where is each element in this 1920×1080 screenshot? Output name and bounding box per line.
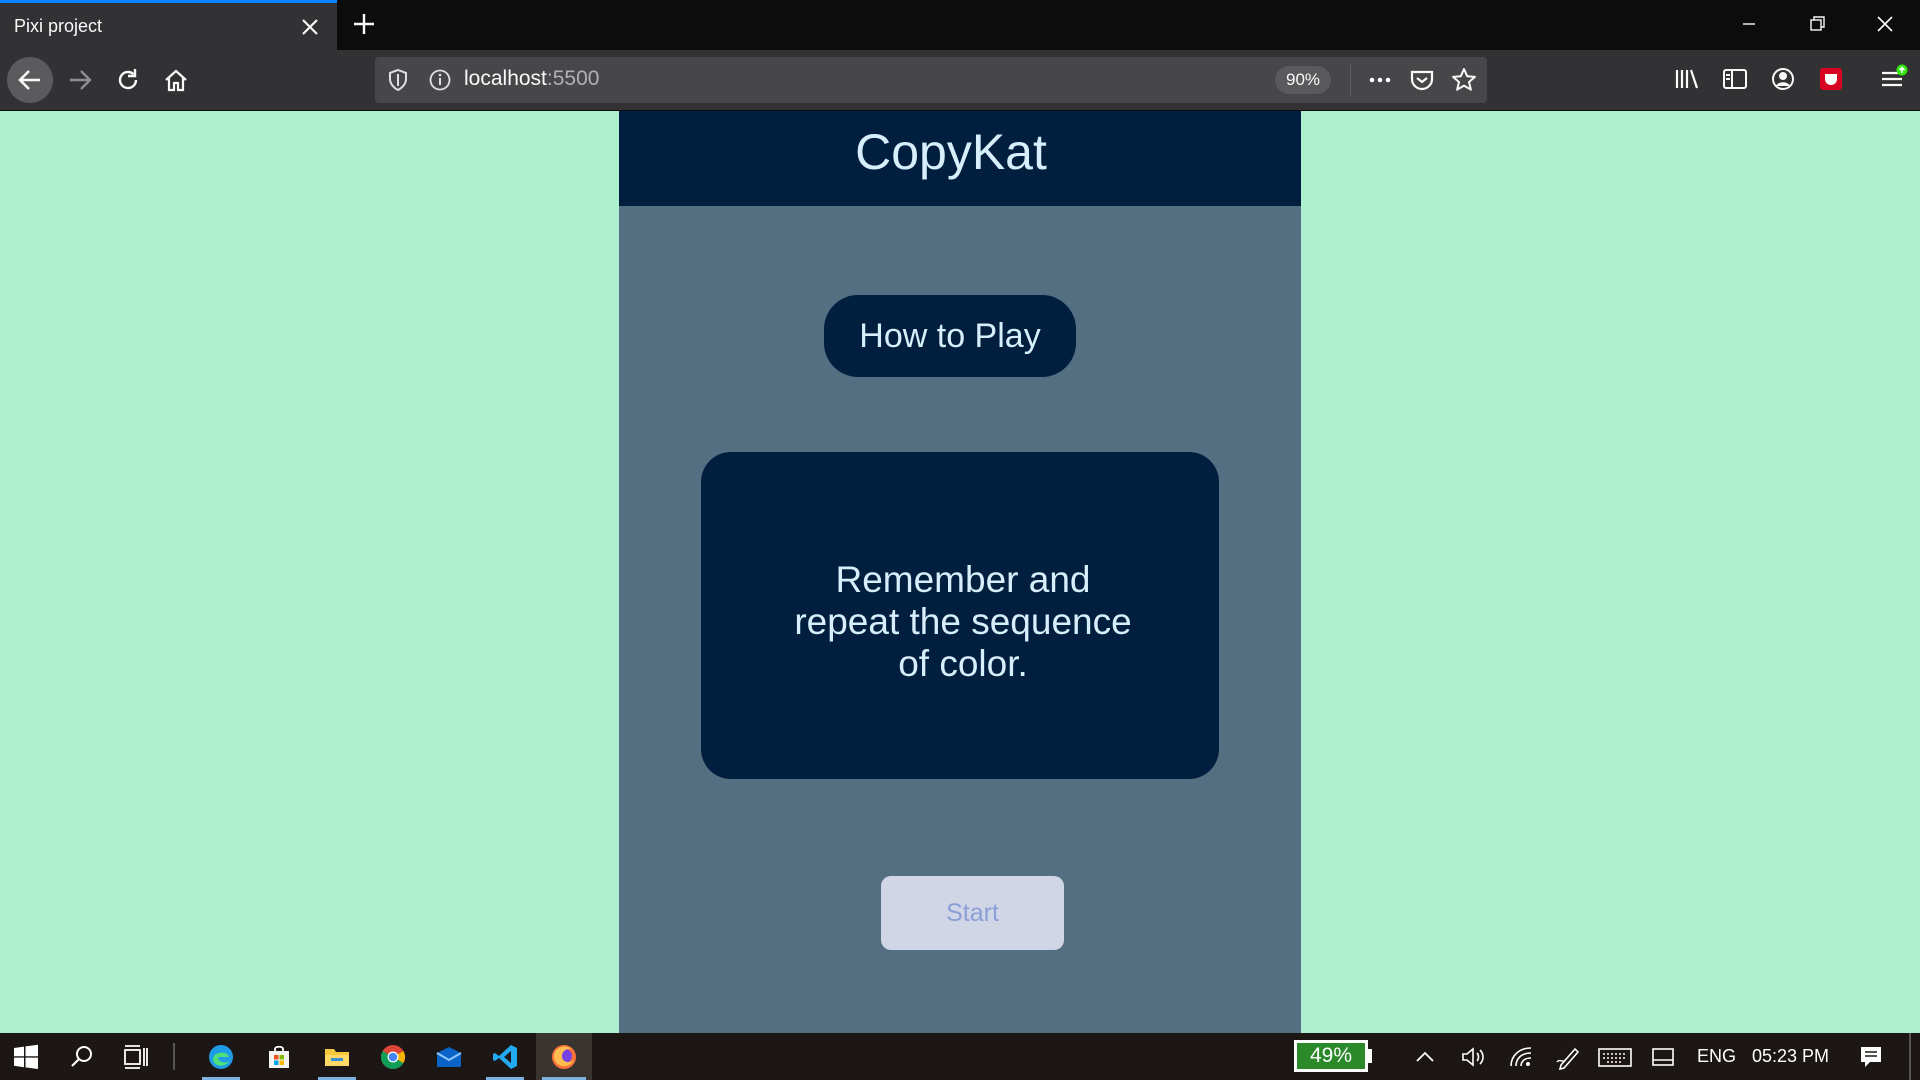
home-icon [165, 69, 187, 92]
hamburger-menu-icon[interactable] [1878, 64, 1908, 94]
volume-icon[interactable] [1458, 1042, 1488, 1072]
rules-panel: Remember and repeat the sequence of colo… [701, 452, 1219, 779]
home-button[interactable] [153, 57, 199, 103]
shield-icon[interactable] [385, 67, 411, 93]
taskbar: 49% ENG 05:23 PM [0, 1033, 1920, 1080]
game-title: CopyKat [855, 124, 1047, 180]
forward-button[interactable] [57, 57, 103, 103]
search-icon [71, 1045, 92, 1067]
taskbar-store[interactable] [254, 1033, 304, 1080]
browser-titlebar: Pixi project [0, 0, 1920, 50]
restore-icon[interactable] [1794, 6, 1840, 42]
library-icon[interactable] [1672, 64, 1702, 94]
reload-button[interactable] [105, 57, 151, 103]
extension-icon[interactable] [1816, 64, 1846, 94]
input-language[interactable]: ENG [1697, 1046, 1736, 1067]
firefox-icon [552, 1044, 576, 1069]
taskbar-vscode[interactable] [480, 1033, 530, 1080]
browser-navbar: localhost:5500 90% [0, 50, 1920, 111]
pocket-icon[interactable] [1407, 66, 1437, 94]
battery-percent: 49% [1309, 1044, 1353, 1067]
taskbar-chrome[interactable] [368, 1033, 418, 1080]
bookmark-star-icon[interactable] [1449, 66, 1479, 94]
window-close-icon[interactable] [1862, 6, 1908, 42]
wifi-icon[interactable] [1507, 1042, 1537, 1072]
account-icon[interactable] [1768, 64, 1798, 94]
task-view-button[interactable] [112, 1033, 160, 1080]
keyboard-icon[interactable] [1596, 1042, 1634, 1072]
close-tab-icon[interactable] [296, 13, 324, 41]
windows-logo-icon [14, 1044, 38, 1069]
how-to-play-button[interactable]: How to Play [824, 295, 1076, 377]
page-actions-icon[interactable] [1365, 66, 1395, 94]
zoom-level-badge[interactable]: 90% [1275, 66, 1331, 94]
sidebar-icon[interactable] [1720, 64, 1750, 94]
url-text[interactable]: localhost:5500 [464, 67, 599, 91]
back-button[interactable] [7, 57, 53, 103]
url-host: localhost [464, 67, 547, 90]
reload-icon [118, 69, 138, 90]
start-button[interactable]: Start [881, 876, 1064, 950]
task-view-icon [124, 1044, 148, 1069]
address-bar[interactable]: localhost:5500 90% [375, 57, 1487, 103]
url-port: :5500 [546, 67, 600, 90]
taskbar-divider [173, 1043, 175, 1070]
pen-icon[interactable] [1553, 1042, 1583, 1072]
battery-indicator[interactable]: 49% [1294, 1040, 1368, 1072]
windows-start-button[interactable] [0, 1033, 52, 1080]
vscode-icon [493, 1044, 517, 1069]
taskbar-edge[interactable] [196, 1033, 246, 1080]
arrow-left-icon [18, 70, 40, 90]
info-icon[interactable] [427, 67, 453, 93]
edge-icon [209, 1044, 233, 1069]
minimize-icon[interactable] [1726, 6, 1772, 42]
tab-title: Pixi project [14, 16, 103, 36]
game-header: CopyKat [619, 111, 1301, 206]
game-canvas: CopyKat How to Play Remember and repeat … [619, 111, 1301, 1033]
show-desktop-button[interactable] [1909, 1033, 1911, 1080]
taskbar-firefox[interactable] [536, 1033, 592, 1080]
urlbar-divider [1350, 65, 1351, 95]
rules-text: Remember and repeat the sequence of colo… [794, 559, 1132, 684]
mail-icon [436, 1046, 462, 1067]
new-tab-icon[interactable] [346, 6, 382, 42]
tablet-mode-icon[interactable] [1648, 1042, 1678, 1072]
notification-center-icon[interactable] [1856, 1042, 1886, 1072]
folder-icon [325, 1048, 349, 1066]
store-icon [269, 1045, 289, 1068]
system-clock[interactable]: 05:23 PM [1752, 1046, 1829, 1067]
taskbar-mail[interactable] [424, 1033, 474, 1080]
taskbar-file-explorer[interactable] [312, 1033, 362, 1080]
arrow-right-icon [70, 70, 92, 90]
browser-tab[interactable]: Pixi project [0, 0, 337, 50]
chrome-icon [380, 1044, 406, 1069]
battery-terminal [1368, 1049, 1372, 1063]
taskbar-search-button[interactable] [58, 1033, 106, 1080]
chevron-up-icon[interactable] [1410, 1042, 1440, 1072]
